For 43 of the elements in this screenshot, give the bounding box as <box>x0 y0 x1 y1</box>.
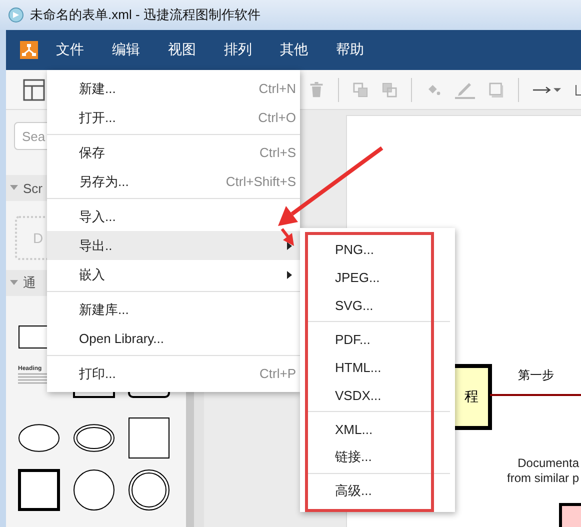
menu-entry[interactable]: 高级... <box>308 477 431 505</box>
menu-entry[interactable]: 导出.. <box>47 231 300 260</box>
shortcut-text: Ctrl+P <box>260 366 296 381</box>
menu-item[interactable]: 文件 <box>56 41 112 59</box>
menu-entry-label: 打开... <box>79 108 116 126</box>
menu-entry-label: 打印... <box>79 364 116 382</box>
menu-entry[interactable]: PNG... <box>308 235 431 263</box>
menu-entry-label: 新建... <box>79 80 116 98</box>
menu-entry[interactable]: 链接... <box>308 443 431 471</box>
note-text: Documenta <box>518 456 579 471</box>
menu-entry-label: 导入... <box>79 208 116 226</box>
menu-entry-label: 导出.. <box>79 236 112 254</box>
menu-entry[interactable]: 嵌入 <box>47 260 300 289</box>
menu-item[interactable]: 编辑 <box>112 41 168 59</box>
edge-label: 第一步 <box>518 367 554 384</box>
shortcut-text: Ctrl+S <box>260 145 296 160</box>
note-text: from similar p <box>506 471 579 486</box>
menu-entry[interactable]: JPEG... <box>308 263 431 291</box>
shortcut-text: Ctrl+N <box>258 81 296 96</box>
menu-entry-label: 另存为... <box>79 172 129 190</box>
menu-entry-label: 嵌入 <box>79 266 105 284</box>
menu-entry[interactable]: 打开... Ctrl+O <box>47 103 300 132</box>
menu-entry[interactable]: HTML... <box>308 353 431 381</box>
menu-entry[interactable]: SVG... <box>308 291 431 319</box>
menu-entry-label: 保存 <box>79 144 105 162</box>
window-title: 未命名的表单.xml - 迅捷流程图制作软件 <box>30 6 260 24</box>
menu-item[interactable]: 视图 <box>168 41 224 59</box>
menu-entry[interactable]: 保存 Ctrl+S <box>47 138 300 167</box>
menu-entry-label: Open Library... <box>79 331 164 346</box>
menu-entry[interactable]: PDF... <box>308 325 431 353</box>
menu-entry[interactable]: 另存为... Ctrl+Shift+S <box>47 167 300 196</box>
menu-item[interactable]: 排列 <box>224 41 280 59</box>
menu-entry[interactable]: XML... <box>308 415 431 443</box>
menu-entry[interactable]: Open Library... <box>47 324 300 353</box>
shortcut-text: Ctrl+Shift+S <box>226 174 296 189</box>
menu-item[interactable]: 其他 <box>280 41 336 59</box>
menu-entry-label: 新建库... <box>79 300 129 318</box>
shortcut-text: Ctrl+O <box>258 110 296 125</box>
menu-entry[interactable]: 打印... Ctrl+P <box>47 359 300 388</box>
process-shape[interactable]: 程 <box>455 364 492 430</box>
menu-entry[interactable]: 新建库... <box>47 295 300 324</box>
menu-item[interactable]: 帮助 <box>336 41 392 59</box>
menu-entry[interactable]: VSDX... <box>308 381 431 409</box>
